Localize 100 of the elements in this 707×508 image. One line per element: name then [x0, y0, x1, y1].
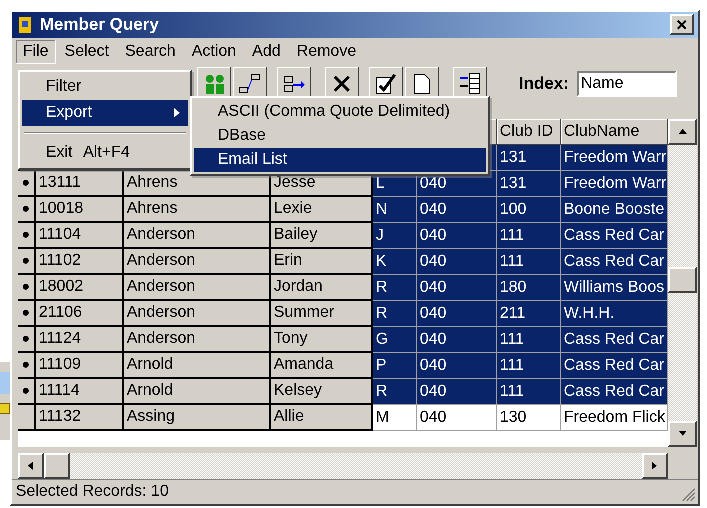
table-cell: 040 [417, 405, 497, 432]
table-cell: M [373, 405, 417, 432]
menu-item[interactable]: Search [118, 40, 183, 64]
column-header[interactable]: ClubName [561, 119, 668, 146]
table-cell: Anderson [124, 301, 271, 328]
app-icon [16, 14, 34, 35]
table-cell: 111 [497, 379, 561, 406]
menu-item[interactable]: Exit Alt+F4 [22, 140, 188, 166]
menu-item-label: Filter [46, 78, 83, 96]
table-cell: 18002 [36, 275, 124, 302]
table-cell: Arnold [124, 353, 271, 380]
row-marker[interactable] [18, 223, 36, 250]
menu-item[interactable]: File [16, 40, 56, 64]
scroll-thumb[interactable] [44, 453, 70, 480]
menu-item[interactable]: DBase [194, 124, 486, 148]
table-cell: Cass Red Car [561, 353, 668, 380]
table-cell: Freedom Warr [561, 145, 668, 172]
horizontal-scrollbar[interactable] [18, 453, 668, 480]
table-cell: 040 [417, 249, 497, 276]
table-cell: 111 [497, 249, 561, 276]
row-marker[interactable] [18, 275, 36, 302]
row-marker[interactable] [18, 197, 36, 224]
scroll-right-button[interactable] [642, 453, 668, 480]
table-cell: 040 [417, 379, 497, 406]
table-cell: 131 [497, 171, 561, 198]
table-cell: N [373, 197, 417, 224]
left-arrow-icon [26, 461, 36, 472]
row-marker[interactable] [18, 301, 36, 328]
row-marker[interactable] [18, 405, 36, 432]
table-cell: 131 [497, 145, 561, 172]
scroll-down-button[interactable] [668, 421, 697, 448]
table-cell: 13111 [36, 171, 124, 198]
table-cell: 11102 [36, 249, 124, 276]
menu-item[interactable]: Remove [290, 40, 364, 64]
table-cell: R [373, 275, 417, 302]
table-cell: 21106 [36, 301, 124, 328]
table-cell: Amanda [271, 353, 373, 380]
table-cell: Summer [271, 301, 373, 328]
index-label: Index: [519, 74, 570, 94]
menu-item[interactable]: Email List [194, 148, 486, 172]
table-cell: Assing [124, 405, 271, 432]
menu-item[interactable]: Export [22, 100, 188, 126]
scroll-left-button[interactable] [18, 453, 44, 480]
table-cell: 111 [497, 327, 561, 354]
table-cell: Lexie [271, 197, 373, 224]
table-cell: 040 [417, 223, 497, 250]
menu-item[interactable]: ASCII (Comma Quote Delimited) [194, 100, 486, 124]
table-cell: Cass Red Car [561, 379, 668, 406]
table-cell: 040 [417, 301, 497, 328]
menu-item[interactable]: Action [184, 40, 244, 64]
menu-item[interactable]: Filter [22, 74, 188, 100]
row-marker[interactable] [18, 327, 36, 354]
column-header[interactable]: Club ID [497, 119, 561, 146]
vertical-scrollbar[interactable] [668, 119, 697, 448]
submenu-arrow-icon [174, 108, 180, 118]
table-cell: Williams Boos [561, 275, 668, 302]
scroll-up-button[interactable] [668, 119, 697, 146]
table-cell: 111 [497, 223, 561, 250]
table-cell: 130 [497, 405, 561, 432]
row-marker[interactable] [18, 353, 36, 380]
row-marker[interactable] [18, 171, 36, 198]
table-cell: Cass Red Car [561, 223, 668, 250]
table-cell: Anderson [124, 275, 271, 302]
table-cell: Anderson [124, 327, 271, 354]
table-cell: 11109 [36, 353, 124, 380]
table-cell: W.H.H. [561, 301, 668, 328]
resize-grip-icon [682, 488, 696, 502]
menu-item[interactable]: Select [58, 40, 116, 64]
link-icon [238, 72, 262, 96]
row-marker[interactable] [18, 379, 36, 406]
table-cell: P [373, 353, 417, 380]
table-cell: 040 [417, 275, 497, 302]
row-marker[interactable] [18, 249, 36, 276]
table-cell: Arnold [124, 379, 271, 406]
window-title: Member Query [40, 14, 160, 35]
close-button[interactable] [670, 14, 694, 36]
index-field[interactable]: Name [577, 71, 678, 98]
scroll-thumb[interactable] [668, 267, 697, 294]
table-cell: Jordan [271, 275, 373, 302]
table-cell: 211 [497, 301, 561, 328]
table-cell: Allie [271, 405, 373, 432]
table-cell: 180 [497, 275, 561, 302]
table-cell: Tony [271, 327, 373, 354]
table-cell: 10018 [36, 197, 124, 224]
table-cell: Anderson [124, 223, 271, 250]
table-cell: Boone Booste [561, 197, 668, 224]
table-cell: 040 [417, 353, 497, 380]
table-cell: K [373, 249, 417, 276]
menu-item-label: Export [46, 104, 94, 122]
table-cell: 11114 [36, 379, 124, 406]
table-cell: R [373, 301, 417, 328]
table-cell: 11104 [36, 223, 124, 250]
menu-item[interactable]: Add [245, 40, 288, 64]
table-cell: Anderson [124, 249, 271, 276]
table-cell: Cass Red Car [561, 249, 668, 276]
table-cell: 040 [417, 197, 497, 224]
table-cell: Bailey [271, 223, 373, 250]
table-cell: Erin [271, 249, 373, 276]
status-text: Selected Records: 10 [16, 483, 169, 502]
table-cell: J [373, 223, 417, 250]
